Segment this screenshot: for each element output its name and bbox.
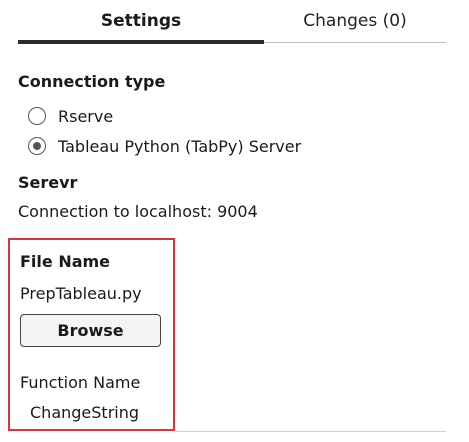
radio-label-tabpy: Tableau Python (TabPy) Server [58,136,302,156]
tab-divider [264,42,446,43]
file-name-value: PrepTableau.py [20,284,142,303]
server-connection-text: Connection to localhost: 9004 [18,202,258,221]
function-name-value: ChangeString [30,403,140,422]
settings-panel: Settings Changes (0) Connection type Rse… [0,0,469,442]
function-name-heading: Function Name [20,373,141,392]
active-tab-indicator [18,40,264,44]
radio-button-selected-icon[interactable] [28,137,46,155]
radio-option-rserve[interactable]: Rserve [28,104,113,128]
radio-button-icon[interactable] [28,107,46,125]
tab-changes[interactable]: Changes (0) [264,0,446,42]
radio-option-tabpy[interactable]: Tableau Python (TabPy) Server [28,134,301,158]
tab-bar: Settings Changes (0) [0,0,469,46]
file-name-heading: File Name [20,252,111,271]
connection-type-heading: Connection type [18,72,166,91]
browse-button[interactable]: Browse [20,314,161,347]
divider [176,431,446,432]
tab-settings[interactable]: Settings [18,0,264,42]
server-heading: Serevr [18,173,78,192]
radio-label-rserve: Rserve [58,106,114,126]
